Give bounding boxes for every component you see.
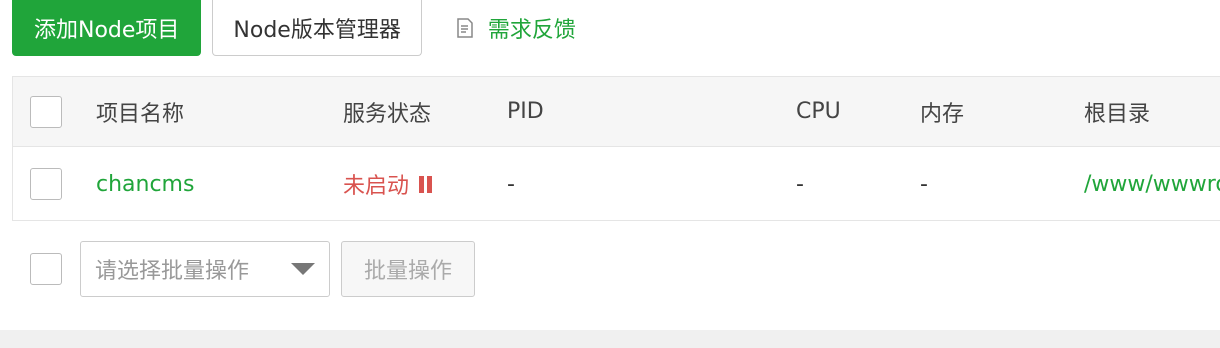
select-all-checkbox[interactable]	[30, 95, 62, 128]
pause-icon	[419, 175, 433, 193]
service-status[interactable]: 未启动	[343, 147, 433, 220]
header-checkbox-cell	[30, 77, 62, 146]
header-cpu: CPU	[796, 99, 841, 124]
batch-operations-bar: 请选择批量操作 批量操作	[30, 241, 476, 297]
add-node-project-button[interactable]: 添加Node项目	[12, 0, 202, 56]
header-service-status: 服务状态	[343, 101, 432, 127]
header-pid: PID	[507, 99, 544, 124]
node-version-manager-button[interactable]: Node版本管理器	[212, 0, 422, 56]
table-row: chancms 未启动 - - - /www/wwwro	[13, 147, 1220, 220]
batch-operation-select[interactable]: 请选择批量操作	[80, 241, 330, 297]
row-checkbox-cell	[30, 147, 62, 220]
table-header: 项目名称 服务状态 PID CPU 内存 根目录	[13, 77, 1220, 147]
project-table: 项目名称 服务状态 PID CPU 内存 根目录 chancms 未启动 - -…	[12, 76, 1220, 221]
memory-value: -	[920, 171, 928, 197]
header-memory: 内存	[920, 101, 965, 127]
feedback-link[interactable]: 需求反馈	[454, 12, 576, 44]
chevron-down-icon	[291, 263, 315, 275]
cpu-value: -	[796, 171, 804, 197]
row-checkbox[interactable]	[30, 168, 62, 200]
status-text: 未启动	[343, 174, 410, 199]
pid-value: -	[507, 171, 515, 197]
batch-select-placeholder: 请选择批量操作	[95, 259, 250, 284]
node-project-page: 添加Node项目 Node版本管理器 需求反馈 项目名称 服务状态 PID CP…	[0, 0, 1220, 348]
batch-operation-button[interactable]: 批量操作	[341, 241, 476, 297]
root-dir-link[interactable]: /www/wwwro	[1084, 147, 1220, 220]
header-root-dir: 根目录	[1084, 101, 1151, 127]
batch-select-checkbox[interactable]	[30, 253, 62, 285]
footer-divider	[0, 330, 1220, 348]
feedback-label: 需求反馈	[487, 18, 576, 43]
project-name-link[interactable]: chancms	[96, 147, 194, 220]
edit-note-icon	[454, 17, 476, 39]
toolbar: 添加Node项目 Node版本管理器 需求反馈	[12, 0, 576, 56]
header-project-name: 项目名称	[96, 101, 185, 127]
